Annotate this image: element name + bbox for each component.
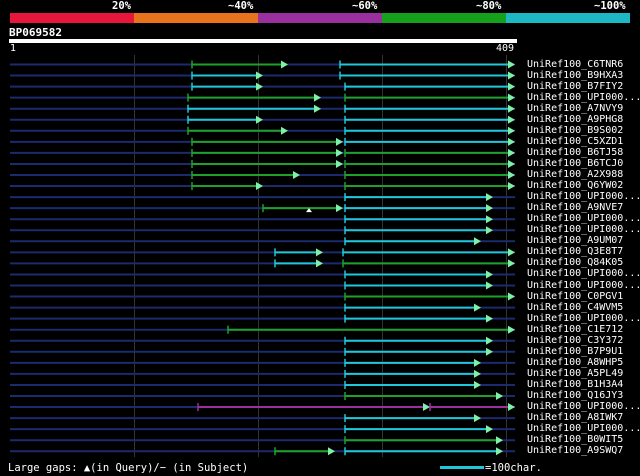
hsp-arrow [508,104,515,113]
hit-label[interactable]: UniRef100_B7FIY2 [527,81,623,92]
hsp-arrow [486,314,493,323]
hit-label[interactable]: UniRef100_A8WHP5 [527,357,623,368]
hsp-arrow [474,237,481,246]
hsp-arrow [496,447,503,456]
hit-label[interactable]: UniRef100_UPI000... [527,191,640,202]
hit-label[interactable]: UniRef100_Q3E8T7 [527,246,623,257]
hit-label[interactable]: UniRef100_A5PL49 [527,368,623,379]
hsp-arrow [486,281,493,290]
hit-label[interactable]: UniRef100_C1E712 [527,324,623,335]
hsp-arrow [496,392,503,400]
hit-label[interactable]: UniRef100_A9SWQ7 [527,445,623,456]
hsp-arrow [474,358,481,367]
hit-label[interactable]: UniRef100_UPI000... [527,92,640,103]
hsp-arrow [314,93,321,102]
scale-legend-text: =100char. [485,462,542,474]
hsp-arrow [508,259,515,268]
scale-legend-bar [440,466,484,469]
hsp-arrow [486,347,493,356]
hsp-arrow [336,204,343,213]
hsp-arrow [256,115,263,124]
hit-label[interactable]: UniRef100_UPI000... [527,280,640,291]
hsp-arrow [486,270,493,279]
large-gaps-legend: Large gaps: ▲(in Query)/− (in Subject) [8,462,249,474]
hsp-arrow [496,436,503,445]
hit-label[interactable]: UniRef100_B0WIT5 [527,434,623,445]
hsp-arrow [508,292,515,301]
hit-label[interactable]: UniRef100_A9UM07 [527,235,623,246]
hit-label[interactable]: UniRef100_Q6YW02 [527,180,623,191]
hsp-arrow [508,248,515,257]
hsp-arrow [474,303,481,312]
hsp-arrow [486,204,493,213]
hsp-arrow [336,159,343,168]
hit-label[interactable]: UniRef100_UPI000... [527,401,640,412]
hsp-arrow [508,137,515,146]
hsp-arrow [256,71,263,80]
hit-label[interactable]: UniRef100_C4WVM5 [527,302,623,313]
hit-label[interactable]: UniRef100_B1H3A4 [527,379,623,390]
hsp-arrow [256,82,263,91]
hit-label[interactable]: UniRef100_C5XZD1 [527,136,623,147]
hsp-arrow [508,71,515,80]
hsp-arrow [293,171,300,179]
hit-label[interactable]: UniRef100_Q16JY3 [527,390,623,401]
hsp-arrow [336,137,343,146]
hsp-arrow [328,447,335,456]
hsp-arrow [281,126,288,135]
hsp-arrow [256,182,263,191]
hit-label[interactable]: UniRef100_B7P9U1 [527,346,623,357]
hsp-arrow [508,82,515,91]
hit-label[interactable]: UniRef100_C6TNR6 [527,59,623,70]
hsp-arrow [316,259,323,268]
hit-label[interactable]: UniRef100_A9NVE7 [527,202,623,213]
hsp-arrow [486,193,493,202]
hit-label[interactable]: UniRef100_A8IWK7 [527,412,623,423]
hsp-arrow [474,414,481,423]
hsp-arrow [508,115,515,124]
hsp-arrow [486,425,493,434]
hsp-arrow [474,369,481,378]
hit-label[interactable]: UniRef100_UPI000... [527,313,640,324]
hsp-arrow [474,380,481,389]
hit-label[interactable]: UniRef100_C3Y372 [527,335,623,346]
hsp-arrow [508,148,515,157]
hsp-arrow [486,336,493,345]
hit-label[interactable]: UniRef100_C0PGV1 [527,291,623,302]
hsp-arrow [508,126,515,135]
hit-label[interactable]: UniRef100_UPI000... [527,268,640,279]
hit-label[interactable]: UniRef100_A9PHG8 [527,114,623,125]
hit-label[interactable]: UniRef100_B9HXA3 [527,70,623,81]
hsp-arrow [314,104,321,113]
hsp-arrow [486,215,493,224]
hsp-arrow [508,93,515,102]
hsp-arrow [316,248,323,257]
hit-label[interactable]: UniRef100_B6TCJ0 [527,158,623,169]
hsp-arrow [508,403,515,412]
hit-label[interactable]: UniRef100_Q84K05 [527,257,623,268]
hsp-arrow [508,159,515,168]
hsp-arrow [423,403,430,412]
hit-label[interactable]: UniRef100_UPI000... [527,213,640,224]
hsp-arrow [281,60,288,69]
hsp-arrow [336,148,343,157]
hsp-arrow [508,182,515,191]
hit-label[interactable]: UniRef100_A2X988 [527,169,623,180]
hsp-arrow [508,60,515,69]
hit-label[interactable]: UniRef100_UPI000... [527,423,640,434]
hit-label[interactable]: UniRef100_B9S002 [527,125,623,136]
hit-label[interactable]: UniRef100_UPI000... [527,224,640,235]
hsp-arrow [508,325,515,334]
hsp-arrow [486,226,493,235]
hsp-arrow [508,171,515,179]
hit-label[interactable]: UniRef100_B6TJ58 [527,147,623,158]
hit-label[interactable]: UniRef100_A7NVY9 [527,103,623,114]
